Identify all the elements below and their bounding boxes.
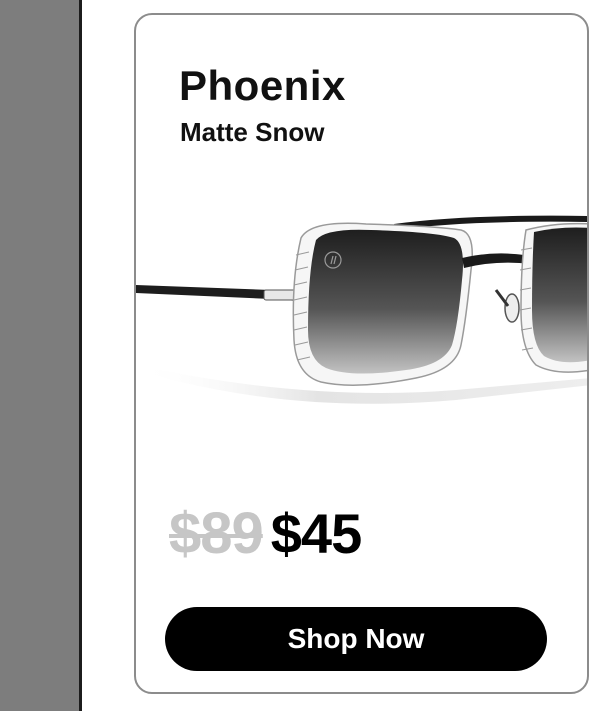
sale-price: $45: [270, 502, 362, 565]
side-panel: [0, 0, 82, 711]
product-variant: Matte Snow: [180, 117, 325, 147]
original-price: $89: [169, 501, 264, 566]
product-card[interactable]: Phoenix Matte Snow $89 $45 Shop Now: [134, 13, 589, 694]
price-row: $89 $45: [169, 501, 362, 566]
sunglasses-image: [136, 215, 587, 404]
shop-now-button[interactable]: Shop Now: [165, 607, 547, 671]
product-name: Phoenix: [179, 62, 346, 109]
